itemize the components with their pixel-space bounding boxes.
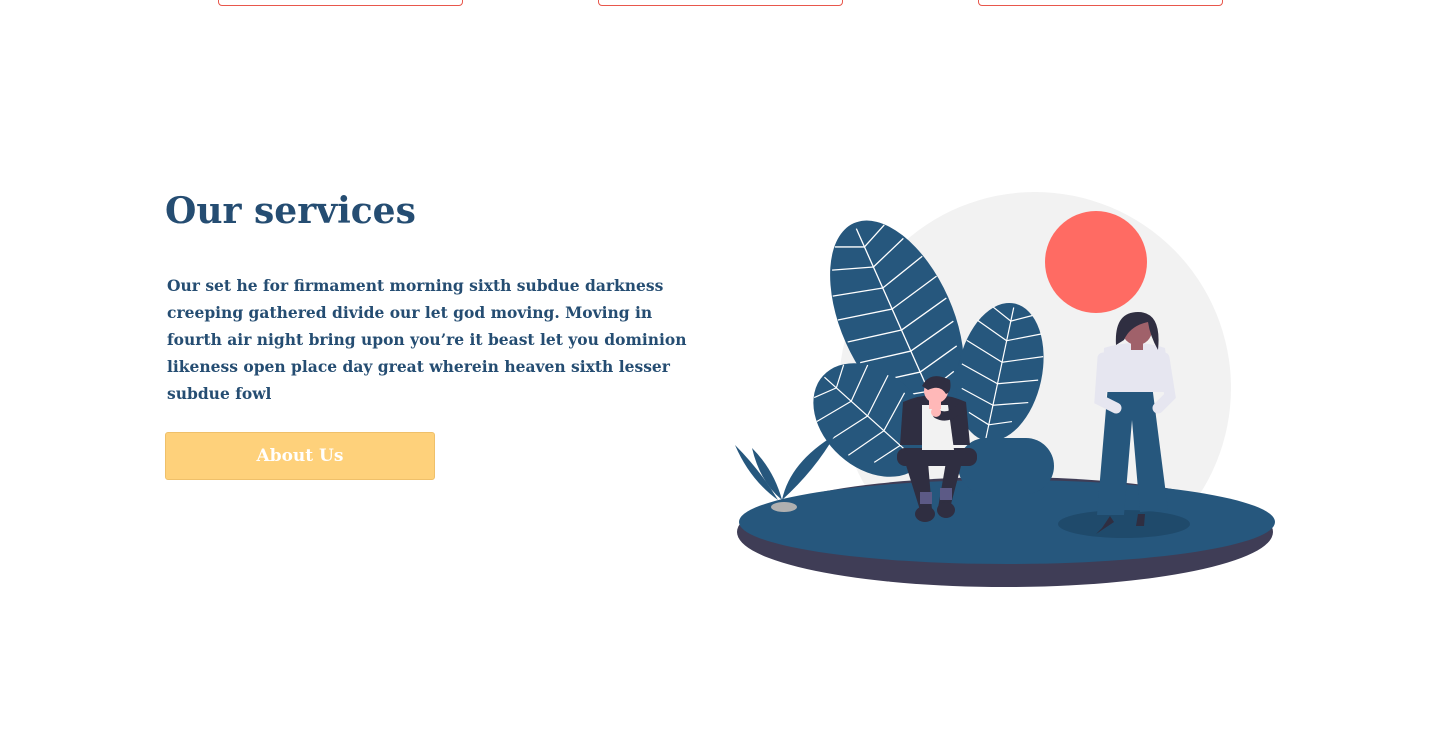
people-with-plants-illustration bbox=[735, 192, 1275, 587]
top-card-1 bbox=[218, 0, 463, 6]
services-title: Our services bbox=[165, 190, 416, 232]
top-card-2 bbox=[598, 0, 843, 6]
services-description: Our set he for firmament morning sixth s… bbox=[167, 276, 687, 403]
top-card-3 bbox=[978, 0, 1223, 6]
about-us-button[interactable]: About Us bbox=[165, 432, 435, 480]
